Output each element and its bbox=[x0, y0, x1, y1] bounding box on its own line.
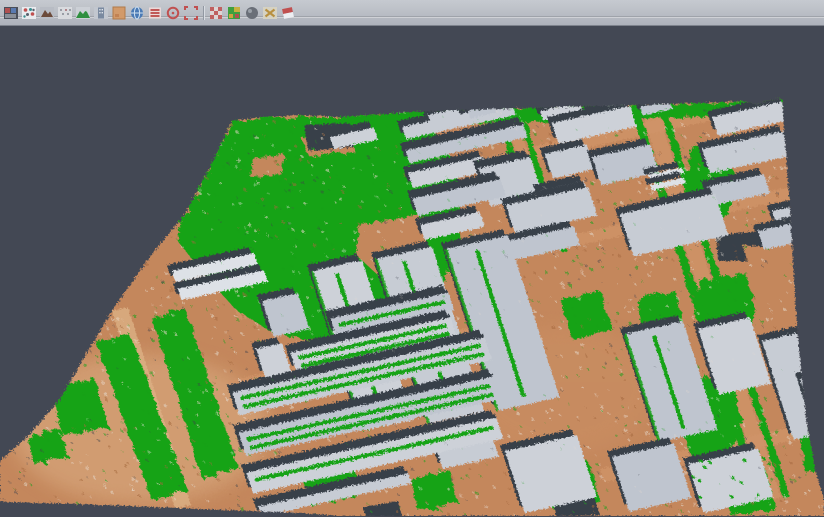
terrain-icon bbox=[39, 5, 55, 21]
clip-box-icon bbox=[280, 5, 296, 21]
globe-view-button[interactable] bbox=[128, 3, 145, 23]
app-window bbox=[0, 0, 824, 517]
measure-tool-icon bbox=[262, 5, 278, 21]
toolbar bbox=[0, 0, 824, 26]
sphere-render-icon bbox=[244, 5, 260, 21]
building-model-button[interactable] bbox=[92, 3, 109, 23]
layers-button[interactable] bbox=[146, 3, 163, 23]
point-cloud-icon bbox=[21, 5, 37, 21]
dem-surface-button[interactable] bbox=[74, 3, 91, 23]
globe-view-icon bbox=[129, 5, 145, 21]
point-settings-icon bbox=[57, 5, 73, 21]
pick-target-button[interactable] bbox=[164, 3, 181, 23]
layers-icon bbox=[147, 5, 163, 21]
grid-tiles-icon bbox=[208, 5, 224, 21]
rectangle-selection-button[interactable] bbox=[182, 3, 199, 23]
open-project-button[interactable] bbox=[2, 3, 19, 23]
toolbar-separator bbox=[200, 4, 207, 22]
rectangle-selection-icon bbox=[183, 5, 199, 21]
pick-target-icon bbox=[165, 5, 181, 21]
terrain-button[interactable] bbox=[38, 3, 55, 23]
clip-box-button[interactable] bbox=[279, 3, 296, 23]
open-project-icon bbox=[3, 5, 19, 21]
viewport-3d[interactable] bbox=[0, 26, 824, 516]
point-cloud-button[interactable] bbox=[20, 3, 37, 23]
orthophoto-button[interactable] bbox=[110, 3, 127, 23]
measure-tool-button[interactable] bbox=[261, 3, 278, 23]
point-settings-button[interactable] bbox=[56, 3, 73, 23]
building-model-icon bbox=[93, 5, 109, 21]
sphere-render-button[interactable] bbox=[243, 3, 260, 23]
classification-colors-button[interactable] bbox=[225, 3, 242, 23]
orthophoto-icon bbox=[111, 5, 127, 21]
grid-tiles-button[interactable] bbox=[207, 3, 224, 23]
point-cloud-scene bbox=[0, 26, 824, 516]
dem-surface-icon bbox=[75, 5, 91, 21]
classification-colors-icon bbox=[226, 5, 242, 21]
